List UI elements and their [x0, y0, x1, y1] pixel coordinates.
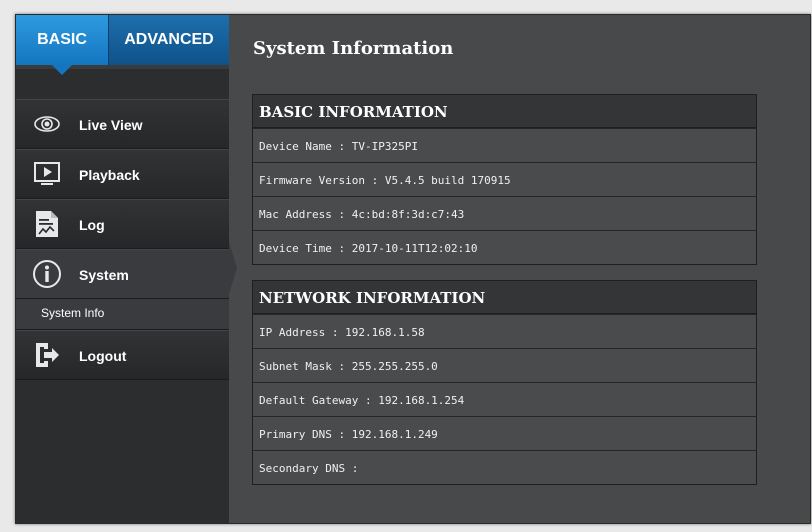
mode-tabs: BASIC ADVANCED — [16, 15, 229, 75]
info-row-default-gateway: Default Gateway : 192.168.1.254 — [253, 382, 756, 416]
info-icon — [32, 259, 62, 289]
sidebar-item-label: Logout — [79, 348, 127, 364]
network-information-section: NETWORK INFORMATION IP Address : 192.168… — [252, 280, 757, 485]
info-row-firmware-version: Firmware Version : V5.4.5 build 170915 — [253, 162, 756, 196]
sidebar: BASIC ADVANCED Live View Playback Log Sy… — [16, 15, 229, 523]
sidebar-item-label: Live View — [79, 117, 143, 133]
basic-information-section: BASIC INFORMATION Device Name : TV-IP325… — [252, 94, 757, 265]
active-tab-pointer — [52, 65, 72, 75]
page-title: System Information — [253, 38, 454, 59]
info-row-subnet-mask: Subnet Mask : 255.255.255.0 — [253, 348, 756, 382]
sidebar-item-system[interactable]: System — [16, 249, 229, 299]
sidebar-item-playback[interactable]: Playback — [16, 149, 229, 199]
sidebar-menu: Live View Playback Log System System Inf… — [16, 99, 229, 380]
sidebar-item-live-view[interactable]: Live View — [16, 99, 229, 149]
info-row-device-time: Device Time : 2017-10-11T12:02:10 — [253, 230, 756, 264]
submenu-item-system-info[interactable]: System Info — [41, 306, 104, 320]
info-row-ip-address: IP Address : 192.168.1.58 — [253, 314, 756, 348]
sidebar-item-label: Playback — [79, 167, 140, 183]
main-content: System Information BASIC INFORMATION Dev… — [229, 15, 810, 523]
log-icon — [32, 209, 62, 239]
app-window: BASIC ADVANCED Live View Playback Log Sy… — [15, 14, 811, 524]
submenu-system: System Info — [16, 299, 229, 330]
info-row-primary-dns: Primary DNS : 192.168.1.249 — [253, 416, 756, 450]
sidebar-item-label: Log — [79, 217, 105, 233]
sidebar-item-log[interactable]: Log — [16, 199, 229, 249]
info-row-secondary-dns: Secondary DNS : — [253, 450, 756, 484]
sidebar-item-label: System — [79, 267, 129, 283]
info-row-device-name: Device Name : TV-IP325PI — [253, 128, 756, 162]
tab-basic[interactable]: BASIC — [16, 15, 108, 65]
info-row-mac-address: Mac Address : 4c:bd:8f:3d:c7:43 — [253, 196, 756, 230]
eye-icon — [32, 109, 62, 139]
tab-advanced[interactable]: ADVANCED — [108, 15, 229, 65]
section-header: BASIC INFORMATION — [253, 95, 756, 128]
logout-icon — [32, 340, 62, 370]
play-icon — [32, 159, 62, 189]
sidebar-item-logout[interactable]: Logout — [16, 330, 229, 380]
section-header: NETWORK INFORMATION — [253, 281, 756, 314]
browser-frame: BASIC ADVANCED Live View Playback Log Sy… — [0, 0, 812, 532]
